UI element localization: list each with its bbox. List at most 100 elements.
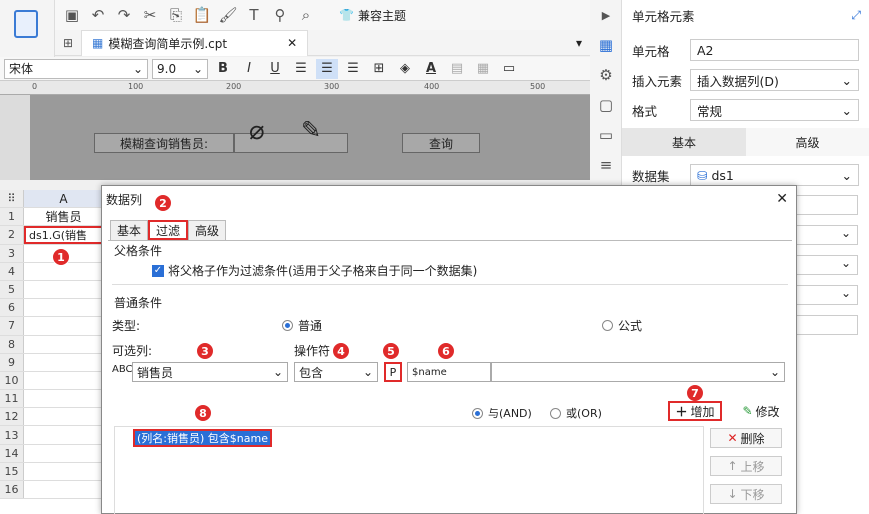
move-up-button[interactable]: ↑ 上移 xyxy=(710,456,782,476)
type-normal-radio[interactable]: 普通 xyxy=(282,317,322,334)
collapse-arrow-icon[interactable]: ▶ xyxy=(590,0,622,30)
modify-button[interactable]: ✎ 修改 xyxy=(734,401,788,421)
parent-checkbox-row[interactable]: ✓ 将父格子作为过滤条件(适用于父子格来自于同一个数据集) xyxy=(152,262,477,279)
pencil-icon[interactable]: ✎ xyxy=(301,116,321,144)
tab-advanced[interactable]: 高级 xyxy=(188,220,227,240)
parameter-button[interactable]: P xyxy=(384,362,402,382)
value-dropdown[interactable]: ⌄ xyxy=(491,362,785,382)
tab-basic[interactable]: 基本 xyxy=(622,128,746,156)
redo-icon[interactable]: ↷ xyxy=(113,4,135,26)
cell-element-icon[interactable]: ▦ xyxy=(590,30,622,60)
grid-cell[interactable] xyxy=(24,317,104,335)
copy-icon[interactable]: ⎘ xyxy=(165,4,187,26)
italic-button[interactable]: I xyxy=(238,59,260,79)
widget-icon[interactable]: ▢ xyxy=(590,90,622,120)
corner-cell[interactable]: ⠿ xyxy=(0,190,24,208)
merge-icon[interactable]: ▤ xyxy=(446,59,468,79)
fill-color-icon[interactable]: ◈ xyxy=(394,59,416,79)
save-icon[interactable]: ▣ xyxy=(61,4,83,26)
grid-cell[interactable] xyxy=(24,390,104,408)
row-header[interactable]: 8 xyxy=(0,335,24,353)
row-header[interactable]: 11 xyxy=(0,390,24,408)
insert-element-select[interactable]: 插入数据列(D) ⌄ xyxy=(690,69,859,91)
tab-basic[interactable]: 基本 xyxy=(110,220,149,240)
bold-button[interactable]: B xyxy=(212,59,234,79)
preview-icon[interactable]: ⌕ xyxy=(295,4,317,26)
column-select[interactable]: 销售员 ⌄ xyxy=(132,362,288,382)
and-radio[interactable]: 与(AND) xyxy=(472,405,532,421)
column-header[interactable]: A xyxy=(24,190,104,208)
border-icon[interactable]: ⊞ xyxy=(368,59,390,79)
delete-button[interactable]: ✕ 删除 xyxy=(710,428,782,448)
grid-cell[interactable] xyxy=(24,426,104,444)
panel-field-stub[interactable] xyxy=(796,195,858,215)
or-radio[interactable]: 或(OR) xyxy=(550,405,602,421)
row-header[interactable]: 14 xyxy=(0,444,24,462)
checkbox-checked[interactable]: ✓ xyxy=(152,264,164,277)
style-select[interactable]: 常规 ⌄ xyxy=(690,99,859,121)
grid-layout-icon[interactable]: ⊞ xyxy=(55,36,81,50)
panel-select-stub[interactable]: ⌄ xyxy=(796,225,858,245)
align-center-icon[interactable]: ☰ xyxy=(316,58,338,79)
row-header[interactable]: 6 xyxy=(0,299,24,317)
condition-item[interactable]: (列名:销售员) 包含$name xyxy=(133,429,272,447)
grid-cell[interactable] xyxy=(24,444,104,462)
grid-cell[interactable] xyxy=(24,280,104,299)
row-header[interactable]: 2 xyxy=(0,226,24,244)
close-icon[interactable]: ✕ xyxy=(776,191,788,207)
cell-field[interactable]: A2 xyxy=(690,39,859,61)
underline-button[interactable]: U xyxy=(264,59,286,79)
row-header[interactable]: 16 xyxy=(0,481,24,499)
row-header[interactable]: 9 xyxy=(0,353,24,371)
row-header[interactable]: 3 xyxy=(0,244,24,262)
font-select[interactable]: 宋体 ⌄ xyxy=(4,58,148,79)
condition-icon[interactable]: ≡ xyxy=(590,150,622,180)
grid-cell[interactable] xyxy=(24,462,104,480)
row-header[interactable]: 1 xyxy=(0,208,24,226)
tab-filter[interactable]: 过滤 xyxy=(148,220,189,240)
selected-cell-a2[interactable]: ds1.G(销售 xyxy=(24,226,104,244)
grid-cell[interactable] xyxy=(24,371,104,390)
row-header[interactable]: 13 xyxy=(0,426,24,444)
grid-cell[interactable] xyxy=(24,299,104,317)
row-header[interactable]: 4 xyxy=(0,262,24,280)
query-button[interactable]: 查询 xyxy=(402,133,480,153)
paste-icon[interactable]: 📋 xyxy=(191,4,213,26)
compat-theme-button[interactable]: 👕 兼容主题 xyxy=(339,7,406,24)
row-header[interactable]: 5 xyxy=(0,280,24,299)
format-painter-icon[interactable]: 🖌 xyxy=(217,4,239,26)
row-header[interactable]: 15 xyxy=(0,462,24,480)
type-formula-radio[interactable]: 公式 xyxy=(602,317,642,334)
grid-cell[interactable] xyxy=(24,408,104,426)
font-size-select[interactable]: 9.0 ⌄ xyxy=(152,58,208,79)
template-icon[interactable] xyxy=(14,10,38,38)
split-icon[interactable]: ▦ xyxy=(472,59,494,79)
cut-icon[interactable]: ✂ xyxy=(139,4,161,26)
row-header[interactable]: 10 xyxy=(0,371,24,390)
hyperlink-icon[interactable]: ▭ xyxy=(590,120,622,150)
close-tab-icon[interactable]: ✕ xyxy=(287,36,297,50)
grid-cell[interactable]: 销售员 xyxy=(24,208,104,226)
panel-select-stub[interactable]: ⌄ xyxy=(796,285,858,305)
row-header[interactable]: 7 xyxy=(0,317,24,335)
grid-cell[interactable] xyxy=(24,335,104,353)
expand-icon[interactable]: ⤢ xyxy=(851,8,861,23)
wrap-icon[interactable]: ▭ xyxy=(498,59,520,79)
move-down-button[interactable]: ↓ 下移 xyxy=(710,484,782,504)
panel-select-stub[interactable]: ⌄ xyxy=(796,255,858,275)
tab-advanced[interactable]: 高级 xyxy=(746,128,869,156)
file-tab[interactable]: ▦ 模糊查询简单示例.cpt ✕ xyxy=(81,29,309,56)
operator-select[interactable]: 包含 ⌄ xyxy=(294,362,378,382)
plugin-icon[interactable]: ⚲ xyxy=(269,4,291,26)
align-left-icon[interactable]: ☰ xyxy=(290,59,312,79)
param-input[interactable]: ⌀ ✎ xyxy=(234,116,348,153)
panel-field-stub[interactable] xyxy=(796,315,858,335)
align-right-icon[interactable]: ☰ xyxy=(342,59,364,79)
value-field[interactable]: $name xyxy=(407,362,491,382)
grid-cell[interactable] xyxy=(24,353,104,371)
undo-icon[interactable]: ↶ xyxy=(87,4,109,26)
add-button[interactable]: ＋增加 xyxy=(668,401,722,421)
font-color-icon[interactable]: A xyxy=(420,59,442,79)
dataset-select[interactable]: ⛁ ds1 ⌄ xyxy=(690,164,859,186)
text-icon[interactable]: T xyxy=(243,4,265,26)
